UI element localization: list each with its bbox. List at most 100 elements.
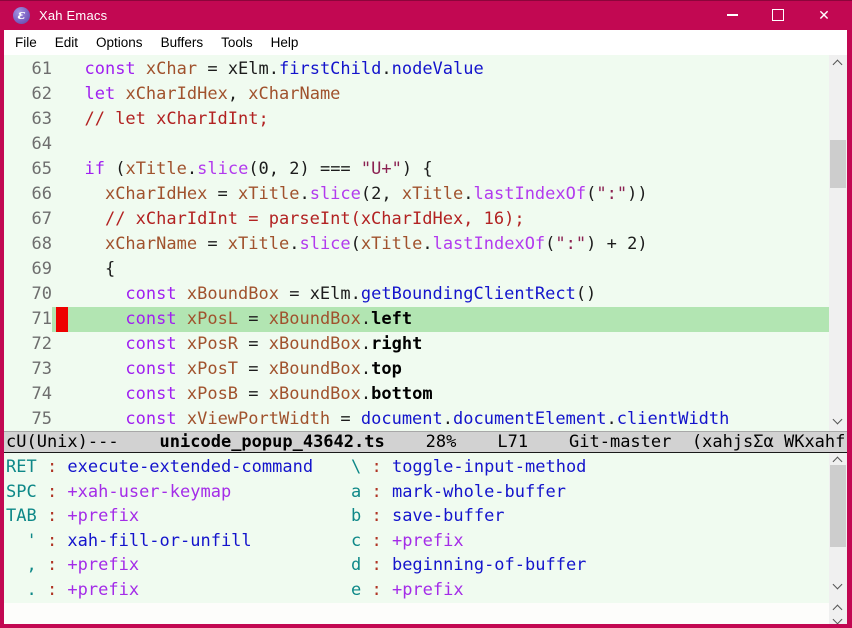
close-button[interactable]: ✕ xyxy=(801,0,847,30)
which-key-binding: c : +prefix xyxy=(351,529,847,554)
code-line-69: 69 { xyxy=(4,257,847,282)
which-key-binding: TAB : +prefix xyxy=(4,504,351,529)
code-line-body[interactable] xyxy=(52,132,847,157)
code-line-body[interactable]: const xPosB = xBoundBox.bottom xyxy=(52,382,847,407)
which-key-binding: e : +prefix xyxy=(351,578,847,603)
menu-item-tools[interactable]: Tools xyxy=(212,35,262,50)
maximize-icon xyxy=(772,9,784,21)
which-key-row: , : +prefixd : beginning-of-buffer xyxy=(4,553,847,578)
scroll-up-arrow[interactable] xyxy=(834,61,841,68)
modeline-coding: cU(Unix)--- xyxy=(6,432,119,452)
code-text: { xyxy=(64,259,115,279)
line-number: 61 xyxy=(4,57,52,82)
text-cursor xyxy=(56,307,68,332)
code-line-71: 71 const xPosL = xBoundBox.left xyxy=(4,307,847,332)
code-line-body[interactable]: const xViewPortWidth = document.document… xyxy=(52,407,847,431)
line-number: 70 xyxy=(4,282,52,307)
menu-item-file[interactable]: File xyxy=(6,35,46,50)
code-line-body[interactable]: const xPosR = xBoundBox.right xyxy=(52,332,847,357)
code-line-body[interactable]: // let xCharIdInt; xyxy=(52,107,847,132)
key-name: RET xyxy=(6,455,37,480)
which-key-binding: b : save-buffer xyxy=(351,504,847,529)
editor-scrollbar[interactable] xyxy=(829,55,847,431)
which-key-binding: \ : toggle-input-method xyxy=(351,455,847,480)
command-name: execute-extended-command xyxy=(67,457,313,477)
code-line-body[interactable]: const xPosL = xBoundBox.left xyxy=(52,307,847,332)
code-text: if (xTitle.slice(0, 2) === "U+") { xyxy=(64,159,433,179)
code-line-body[interactable]: xCharName = xTitle.slice(xTitle.lastInde… xyxy=(52,232,847,257)
command-name: +prefix xyxy=(392,531,464,551)
window-frame: ε Xah Emacs ✕ FileEditOptionsBuffersTool… xyxy=(4,0,847,624)
code-text: const xPosT = xBoundBox.top xyxy=(64,359,402,379)
minibuffer-scrollbar[interactable] xyxy=(829,453,847,603)
line-number: 73 xyxy=(4,357,52,382)
command-name: +prefix xyxy=(392,580,464,600)
code-line-body[interactable]: const xBoundBox = xElm.getBoundingClient… xyxy=(52,282,847,307)
which-key-binding: a : mark-whole-buffer xyxy=(351,480,847,505)
key-name: ' xyxy=(6,529,37,554)
line-number: 63 xyxy=(4,107,52,132)
code-line-body[interactable]: // xCharIdInt = parseInt(xCharIdHex, 16)… xyxy=(52,207,847,232)
command-name: +xah-user-keymap xyxy=(67,482,231,502)
which-key-binding: SPC : +xah-user-keymap xyxy=(4,480,351,505)
key-name: d xyxy=(351,553,361,578)
emacs-app-icon[interactable]: ε xyxy=(13,7,30,24)
key-name: c xyxy=(351,529,361,554)
scroll-down-arrow[interactable] xyxy=(834,616,841,623)
line-number: 62 xyxy=(4,82,52,107)
line-number: 65 xyxy=(4,157,52,182)
code-line-body[interactable]: const xPosT = xBoundBox.top xyxy=(52,357,847,382)
code-line-73: 73 const xPosT = xBoundBox.top xyxy=(4,357,847,382)
code-text: const xViewPortWidth = document.document… xyxy=(64,409,729,429)
key-name: , xyxy=(6,553,37,578)
scroll-up-arrow[interactable] xyxy=(834,606,841,613)
code-text: xCharName = xTitle.slice(xTitle.lastInde… xyxy=(64,234,648,254)
which-key-binding: d : beginning-of-buffer xyxy=(351,553,847,578)
echo-area: SPC- xah-fly-leader-key-map (1 of 3) [C-… xyxy=(4,603,847,624)
window-title: Xah Emacs xyxy=(39,8,107,23)
code-line-body[interactable]: xCharIdHex = xTitle.slice(2, xTitle.last… xyxy=(52,182,847,207)
mode-line[interactable]: cU(Unix)--- unicode_popup_43642.ts 28% L… xyxy=(4,431,847,453)
code-line-75: 75 const xViewPortWidth = document.docum… xyxy=(4,407,847,431)
key-name: SPC xyxy=(6,480,37,505)
which-key-row: SPC : +xah-user-keymapa : mark-whole-buf… xyxy=(4,480,847,505)
which-key-row: RET : execute-extended-command\ : toggle… xyxy=(4,455,847,480)
command-name: save-buffer xyxy=(392,506,505,526)
scroll-up-arrow[interactable] xyxy=(834,458,841,465)
menu-item-buffers[interactable]: Buffers xyxy=(152,35,213,50)
command-name: xah-fill-or-unfill xyxy=(67,531,251,551)
menu-item-help[interactable]: Help xyxy=(262,35,308,50)
echo-scrollbar[interactable] xyxy=(829,603,847,624)
scrollbar-thumb[interactable] xyxy=(830,140,846,188)
code-text: xCharIdHex = xTitle.slice(2, xTitle.last… xyxy=(64,184,648,204)
code-editor[interactable]: 61 const xChar = xElm.firstChild.nodeVal… xyxy=(4,55,847,431)
scroll-down-arrow[interactable] xyxy=(834,416,841,423)
command-name: +prefix xyxy=(67,580,139,600)
maximize-button[interactable] xyxy=(755,0,801,30)
title-bar[interactable]: ε Xah Emacs ✕ xyxy=(4,0,847,30)
which-key-binding: . : +prefix xyxy=(4,578,351,603)
line-number: 74 xyxy=(4,382,52,407)
close-icon: ✕ xyxy=(818,8,830,22)
menu-item-options[interactable]: Options xyxy=(87,35,152,50)
which-key-binding: RET : execute-extended-command xyxy=(4,455,351,480)
code-line-body[interactable]: const xChar = xElm.firstChild.nodeValue xyxy=(52,57,847,82)
command-name: +prefix xyxy=(67,506,139,526)
code-line-body[interactable]: let xCharIdHex, xCharName xyxy=(52,82,847,107)
code-line-66: 66 xCharIdHex = xTitle.slice(2, xTitle.l… xyxy=(4,182,847,207)
which-key-row: ' : xah-fill-or-unfillc : +prefix xyxy=(4,529,847,554)
modeline-buffer-name[interactable]: unicode_popup_43642.ts xyxy=(160,432,385,452)
menu-item-edit[interactable]: Edit xyxy=(46,35,87,50)
code-line-body[interactable]: { xyxy=(52,257,847,282)
scrollbar-thumb[interactable] xyxy=(830,465,846,547)
scroll-down-arrow[interactable] xyxy=(834,581,841,588)
code-line-body[interactable]: if (xTitle.slice(0, 2) === "U+") { xyxy=(52,157,847,182)
key-name: TAB xyxy=(6,504,37,529)
line-number: 64 xyxy=(4,132,52,157)
code-line-62: 62 let xCharIdHex, xCharName xyxy=(4,82,847,107)
line-number: 71 xyxy=(4,307,52,332)
minimize-button[interactable] xyxy=(709,0,755,30)
key-name: b xyxy=(351,504,361,529)
emacs-window: ε Xah Emacs ✕ FileEditOptionsBuffersTool… xyxy=(0,0,852,628)
code-text: // xCharIdInt = parseInt(xCharIdHex, 16)… xyxy=(64,209,525,229)
